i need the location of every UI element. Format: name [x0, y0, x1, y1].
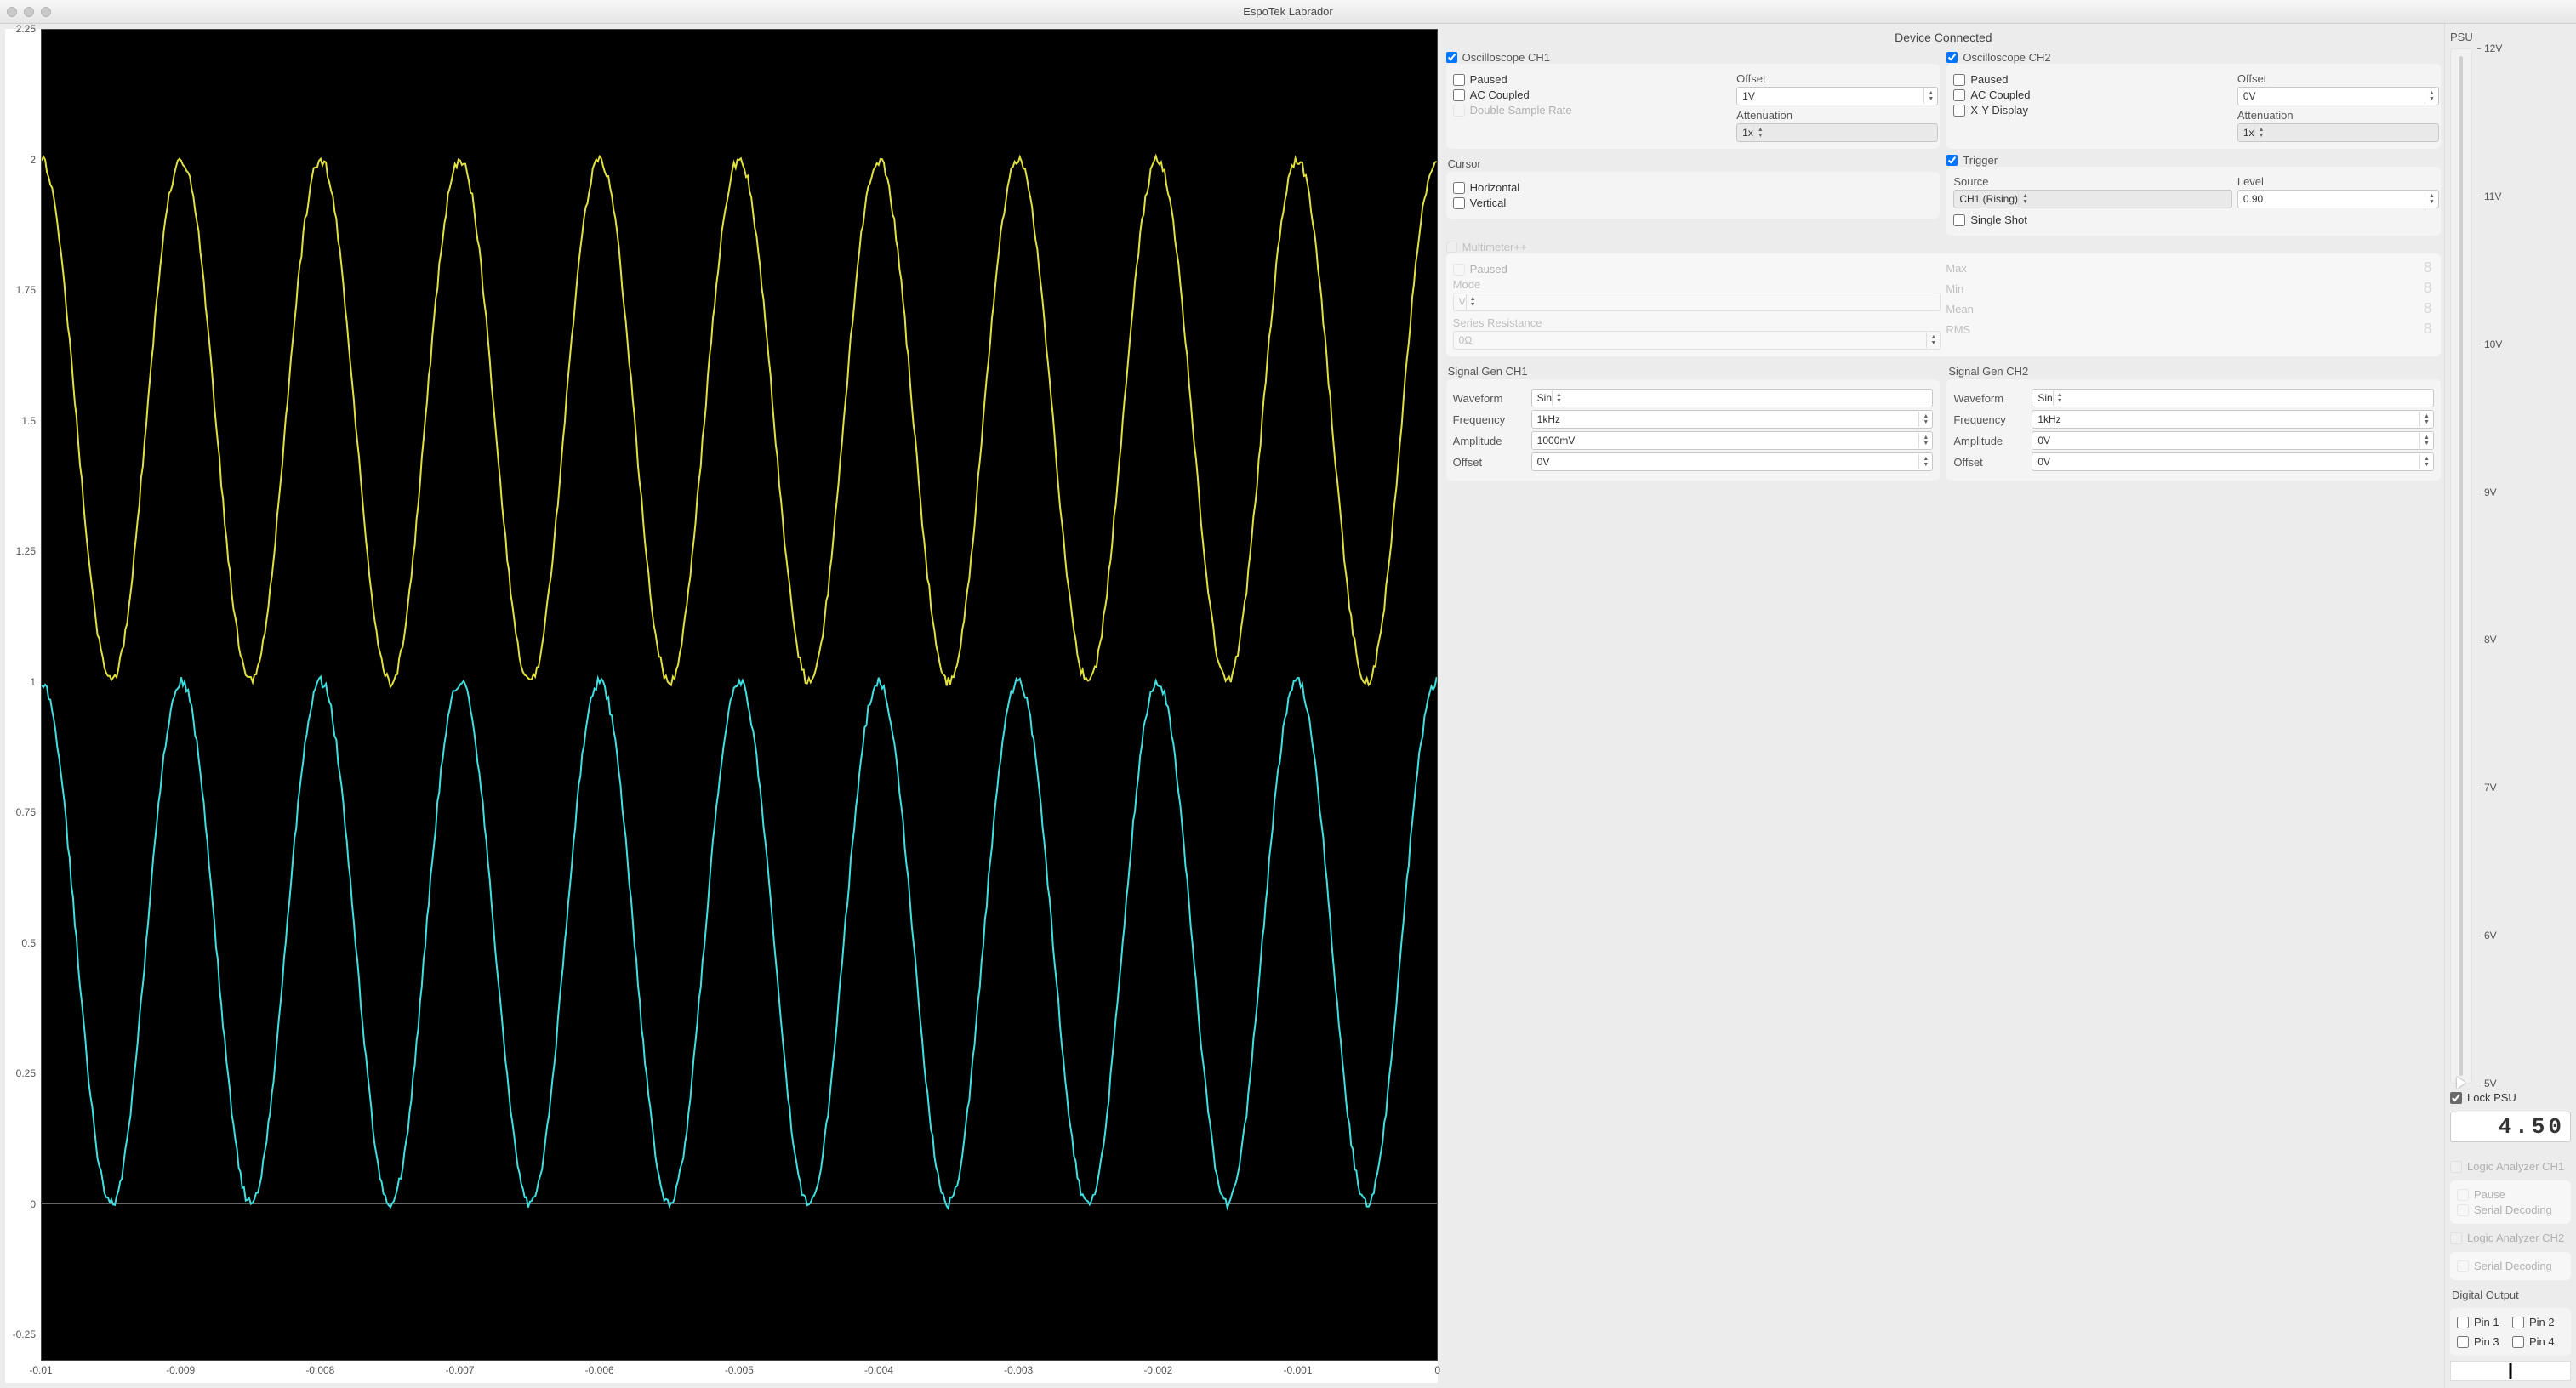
psu-lcd: 4.50: [2450, 1112, 2571, 1142]
sg2-offset-input[interactable]: 0V▲▼: [2032, 452, 2434, 471]
multimeter-title: Multimeter++: [1462, 241, 1527, 253]
oscilloscope-plot[interactable]: -0.2500.250.50.7511.251.51.7522.25 -0.01…: [0, 24, 1443, 1388]
trigger-checkbox[interactable]: [1946, 155, 1958, 166]
sg2-freq-input[interactable]: 1kHz▲▼: [2032, 410, 2434, 429]
mm-rms-value: 8: [2194, 321, 2434, 338]
stepper-icon: ▲▼: [1926, 333, 1938, 348]
cursor-horizontal[interactable]: Horizontal: [1453, 181, 1934, 194]
title-bar: EspoTek Labrador: [0, 0, 2576, 24]
multimeter-checkbox: [1446, 242, 1457, 253]
mm-max-label: Max: [1946, 262, 2186, 276]
pin-4[interactable]: Pin 4: [2512, 1335, 2564, 1348]
mm-mode-select: V▲▼: [1453, 293, 1941, 311]
updown-icon: ▲▼: [1466, 294, 1478, 310]
trigger-single-shot[interactable]: Single Shot: [1953, 213, 2232, 226]
psu-slider[interactable]: [2450, 48, 2472, 1084]
chart-area[interactable]: [41, 29, 1438, 1361]
sg2-waveform-select[interactable]: Sin▲▼: [2032, 389, 2434, 407]
trigger-source-select[interactable]: CH1 (Rising)▲▼: [1953, 190, 2232, 208]
stepper-icon[interactable]: ▲▼: [2419, 412, 2431, 427]
siggen-ch1-title: Signal Gen CH1: [1448, 365, 1941, 378]
scope-ch1-checkbox[interactable]: [1446, 52, 1457, 63]
scope-ch1-title: Oscilloscope CH1: [1462, 51, 1550, 64]
mm-series-input: 0Ω▲▼: [1453, 331, 1941, 350]
stepper-icon[interactable]: ▲▼: [1918, 412, 1930, 427]
ch1-ac-coupled[interactable]: AC Coupled: [1453, 88, 1732, 101]
stepper-icon[interactable]: ▲▼: [1918, 433, 1930, 448]
pin-2[interactable]: Pin 2: [2512, 1316, 2564, 1328]
updown-icon[interactable]: ▲▼: [1753, 125, 1765, 140]
siggen-ch2-title: Signal Gen CH2: [1948, 365, 2441, 378]
la-ch1-pause: Pause: [2457, 1188, 2564, 1201]
stepper-icon[interactable]: ▲▼: [1923, 88, 1935, 104]
sg1-amp-input[interactable]: 1000mV▲▼: [1531, 431, 1934, 450]
ch2-ac-coupled[interactable]: AC Coupled: [1953, 88, 2232, 101]
trigger-level-label: Level: [2237, 175, 2439, 188]
sg1-freq-input[interactable]: 1kHz▲▼: [1531, 410, 1934, 429]
sg1-offset-input[interactable]: 0V▲▼: [1531, 452, 1934, 471]
ch1-atten-label: Attenuation: [1736, 109, 1938, 122]
pin-1[interactable]: Pin 1: [2457, 1316, 2509, 1328]
x-axis: -0.01-0.009-0.008-0.007-0.006-0.005-0.00…: [5, 1361, 1438, 1383]
cursor-title: Cursor: [1448, 157, 1941, 170]
ch2-offset-input[interactable]: 0V▲▼: [2237, 87, 2439, 105]
cursor-vertical[interactable]: Vertical: [1453, 196, 1934, 209]
mm-mean-value: 8: [2194, 301, 2434, 318]
ch1-offset-input[interactable]: 1V▲▼: [1736, 87, 1938, 105]
ch2-atten-select[interactable]: 1x▲▼: [2237, 123, 2439, 142]
trigger-source-label: Source: [1953, 175, 2232, 188]
scope-ch2-title: Oscilloscope CH2: [1963, 51, 2050, 64]
digital-output-preview: [2450, 1361, 2571, 1381]
window-title: EspoTek Labrador: [0, 5, 2576, 18]
mm-min-label: Min: [1946, 282, 2186, 296]
psu-title: PSU: [2450, 31, 2571, 43]
updown-icon[interactable]: ▲▼: [1552, 390, 1564, 406]
mm-max-value: 8: [2194, 260, 2434, 277]
scope-ch1-enable[interactable]: Oscilloscope CH1: [1446, 51, 1941, 64]
trigger-title: Trigger: [1963, 154, 1998, 167]
la-ch2-serial: Serial Decoding: [2457, 1260, 2564, 1272]
mm-series-label: Series Resistance: [1453, 316, 1941, 329]
stepper-icon[interactable]: ▲▼: [1918, 454, 1930, 469]
stepper-icon[interactable]: ▲▼: [2425, 88, 2436, 104]
ch2-xy-display[interactable]: X-Y Display: [1953, 104, 2232, 117]
mm-rms-label: RMS: [1946, 323, 2186, 337]
mm-paused: Paused: [1453, 263, 1941, 276]
ch2-paused[interactable]: Paused: [1953, 73, 2232, 86]
mm-mean-label: Mean: [1946, 303, 2186, 316]
ch1-double-sample-rate: Double Sample Rate: [1453, 104, 1732, 117]
mm-mode-label: Mode: [1453, 278, 1941, 291]
ch1-atten-select[interactable]: 1x▲▼: [1736, 123, 1938, 142]
y-axis: -0.2500.250.50.7511.251.51.7522.25: [5, 29, 41, 1361]
la-ch1-serial: Serial Decoding: [2457, 1203, 2564, 1216]
updown-icon[interactable]: ▲▼: [2018, 191, 2030, 207]
stepper-icon[interactable]: ▲▼: [2419, 433, 2431, 448]
scope-ch2-checkbox[interactable]: [1946, 52, 1958, 63]
psu-slider-thumb[interactable]: [2457, 1077, 2465, 1089]
trigger-level-input[interactable]: 0.90▲▼: [2237, 190, 2439, 208]
ch2-atten-label: Attenuation: [2237, 109, 2439, 122]
stepper-icon[interactable]: ▲▼: [2425, 191, 2436, 207]
stepper-icon[interactable]: ▲▼: [2419, 454, 2431, 469]
la-ch2-enable: Logic Analyzer CH2: [2450, 1232, 2571, 1244]
ch1-paused[interactable]: Paused: [1453, 73, 1732, 86]
device-status: Device Connected: [1446, 31, 2441, 44]
mm-min-value: 8: [2194, 281, 2434, 298]
lock-psu[interactable]: Lock PSU: [2450, 1091, 2571, 1104]
la-ch1-enable: Logic Analyzer CH1: [2450, 1160, 2571, 1173]
scope-ch2-enable[interactable]: Oscilloscope CH2: [1946, 51, 2441, 64]
pin-3[interactable]: Pin 3: [2457, 1335, 2509, 1348]
psu-scale: 12V11V10V9V8V7V6V5V: [2477, 48, 2571, 1084]
sg2-amp-input[interactable]: 0V▲▼: [2032, 431, 2434, 450]
sg1-waveform-select[interactable]: Sin▲▼: [1531, 389, 1934, 407]
ch2-offset-label: Offset: [2237, 72, 2439, 85]
updown-icon[interactable]: ▲▼: [2254, 125, 2266, 140]
ch1-offset-label: Offset: [1736, 72, 1938, 85]
updown-icon[interactable]: ▲▼: [2053, 390, 2065, 406]
trigger-enable[interactable]: Trigger: [1946, 154, 2441, 167]
digital-output-title: Digital Output: [2452, 1288, 2571, 1301]
multimeter-enable[interactable]: Multimeter++: [1446, 241, 2441, 253]
